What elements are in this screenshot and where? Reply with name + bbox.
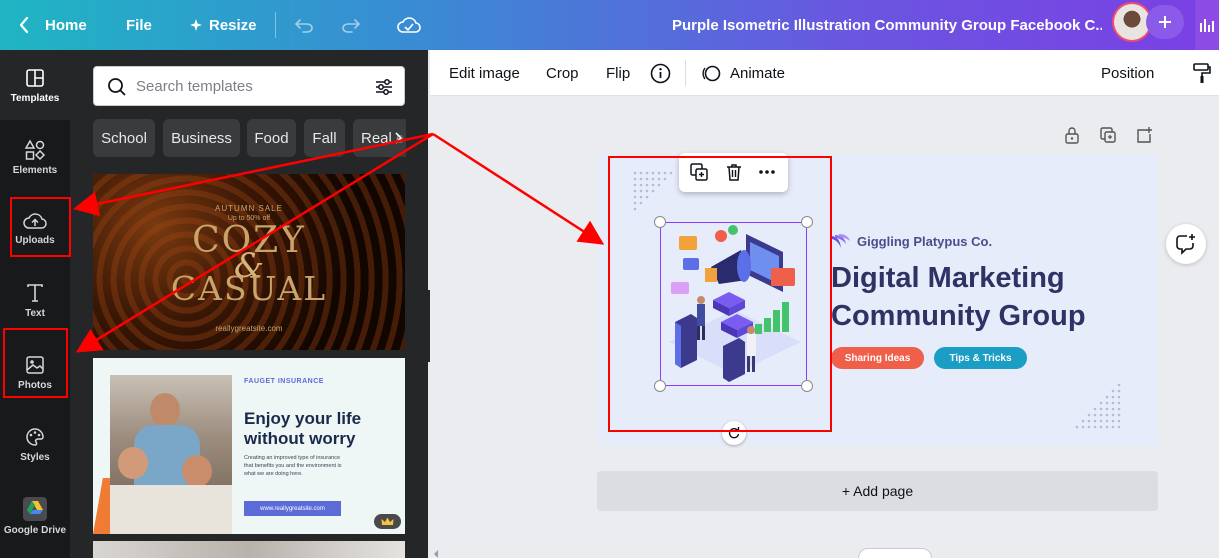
canva-editor: Home File Resize Purple Isometric Illust… — [0, 0, 1219, 558]
annotation-arrows — [73, 132, 605, 353]
